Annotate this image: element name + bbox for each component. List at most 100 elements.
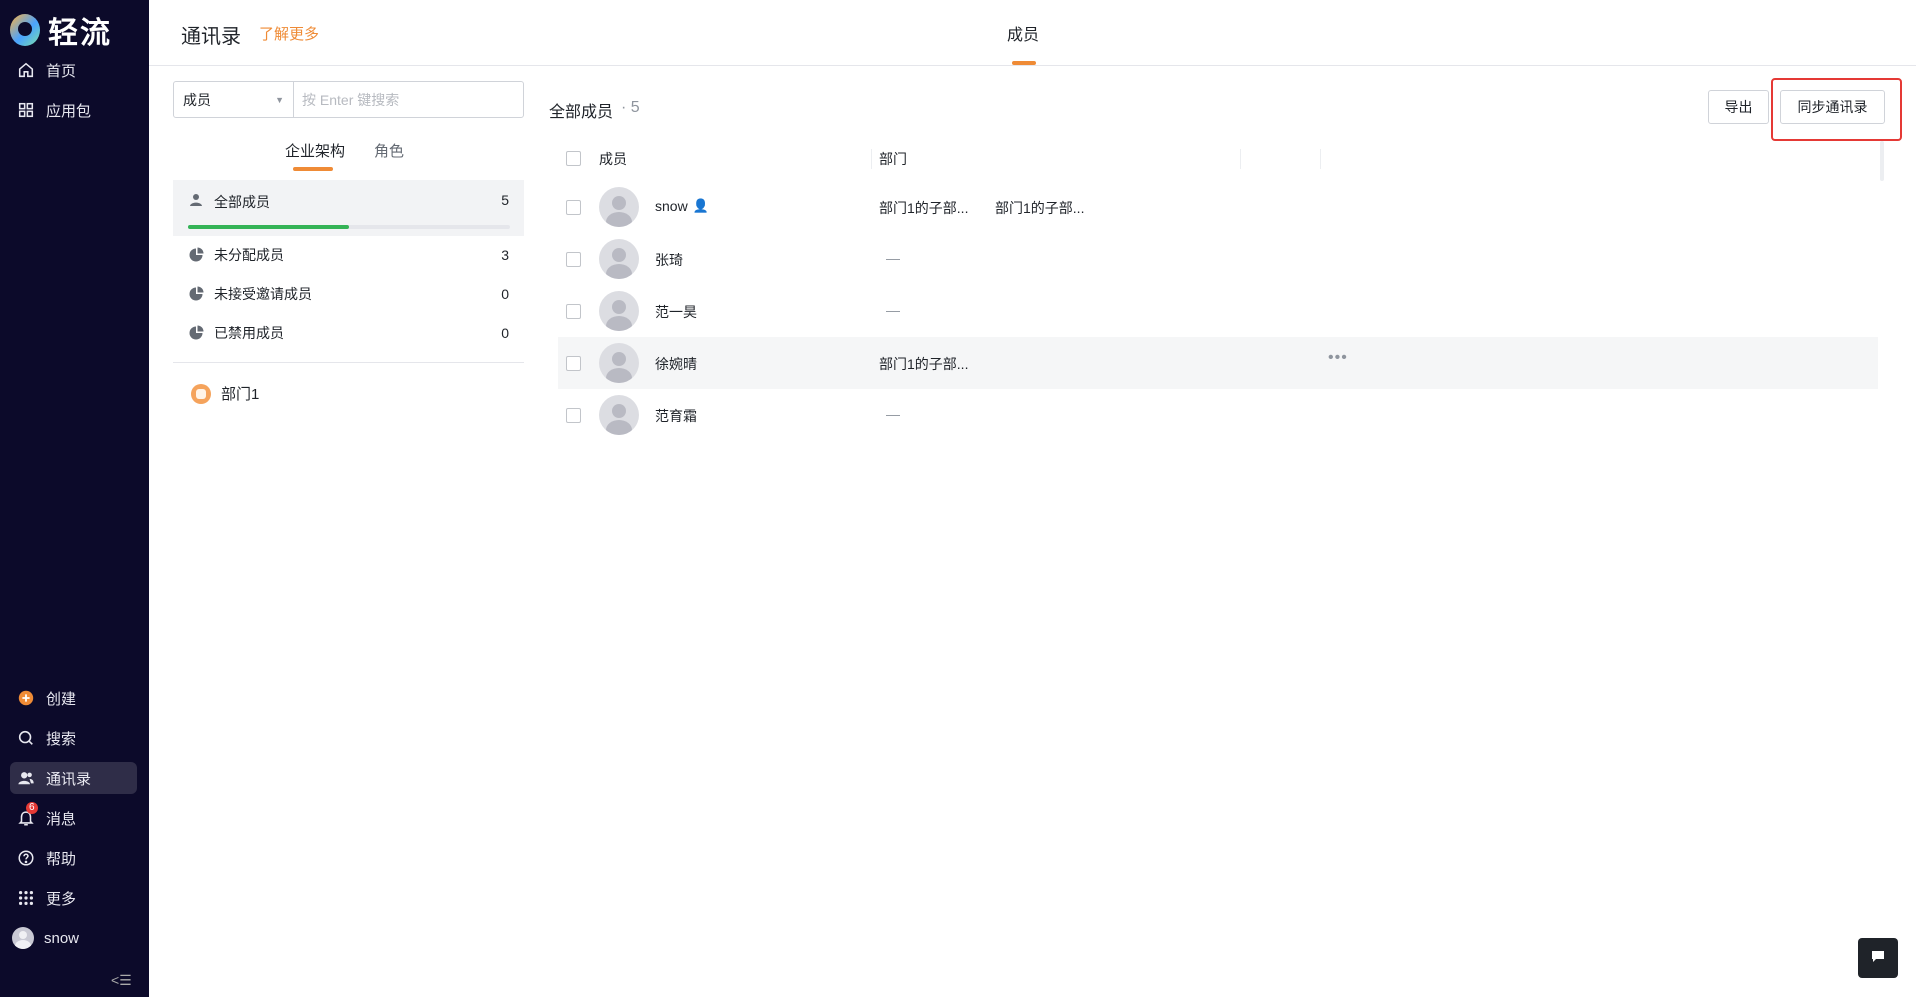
unread-badge: 6	[26, 802, 38, 814]
group-label: 全部成员	[214, 194, 270, 210]
help-icon	[16, 848, 36, 868]
grid-icon	[16, 100, 36, 120]
sidebar-item-app-packages[interactable]: 应用包	[10, 94, 137, 126]
table-row[interactable]: 张琦 —	[558, 233, 1878, 285]
learn-more-link[interactable]: 了解更多	[259, 23, 319, 44]
department-cell: 部门1的子部...	[879, 200, 969, 216]
app-logo[interactable]: 轻流	[10, 8, 112, 52]
chevron-down-icon: ▼	[275, 94, 284, 105]
department-label: 部门1	[221, 386, 260, 403]
table-row[interactable]: snow 👤 部门1的子部... 部门1的子部...	[558, 181, 1878, 233]
member-name: 徐婉晴	[655, 356, 697, 372]
column-divider	[1320, 149, 1321, 169]
member-avatar	[599, 187, 639, 227]
group-label: 未接受邀请成员	[214, 286, 312, 302]
list-title: 全部成员	[549, 104, 614, 121]
more-actions-icon[interactable]: •••	[1328, 349, 1348, 367]
left-tab-indicator	[293, 167, 333, 171]
row-checkbox[interactable]	[566, 303, 581, 319]
chat-support-button[interactable]	[1858, 938, 1898, 978]
table-header: 成员 部门	[558, 141, 1878, 176]
search-icon	[16, 728, 36, 748]
list-count: · 5	[621, 99, 640, 116]
sidebar-item-label: snow	[44, 929, 80, 947]
group-pending-invite[interactable]: 未接受邀请成员 0	[173, 275, 524, 313]
group-label: 未分配成员	[214, 247, 284, 263]
sidebar-item-contacts[interactable]: 通讯录	[10, 762, 137, 794]
page-header: 通讯录 了解更多 成员	[149, 0, 1916, 66]
dots-grid-icon	[16, 888, 36, 908]
empty-department: —	[886, 302, 900, 318]
scrollbar[interactable]	[1880, 141, 1884, 181]
sidebar-item-messages[interactable]: 6 消息	[10, 802, 137, 834]
sidebar-item-profile[interactable]: snow	[6, 922, 133, 954]
search-type-select[interactable]: 成员 ▼	[174, 82, 294, 117]
select-all-checkbox[interactable]	[566, 151, 581, 166]
person-icon	[188, 192, 204, 208]
member-name: 张琦	[655, 252, 683, 268]
column-header-department[interactable]: 部门	[879, 149, 907, 169]
tab-members[interactable]: 成员	[1007, 21, 1039, 45]
chat-icon	[1870, 948, 1886, 968]
sidebar-item-home[interactable]: 首页	[10, 54, 137, 86]
sidebar-item-label: 通讯录	[46, 770, 92, 788]
group-count: 0	[501, 325, 509, 341]
row-checkbox[interactable]	[566, 355, 581, 371]
department-item[interactable]: 部门1	[191, 383, 259, 404]
sidebar-item-label: 消息	[46, 810, 77, 828]
row-checkbox[interactable]	[566, 251, 581, 267]
table-row[interactable]: 范一昊 —	[558, 285, 1878, 337]
member-avatar	[599, 239, 639, 279]
department-cell: 部门1的子部...	[995, 200, 1085, 216]
sidebar-item-label: 首页	[46, 62, 77, 80]
row-checkbox[interactable]	[566, 199, 581, 215]
group-count: 5	[501, 192, 509, 208]
divider	[173, 362, 524, 363]
department-icon	[191, 383, 211, 404]
pie-chart-icon	[188, 247, 204, 263]
member-name: 范育霜	[655, 408, 697, 424]
member-name-text: snow	[655, 198, 688, 214]
pie-chart-icon	[188, 286, 204, 302]
export-button[interactable]: 导出	[1708, 90, 1769, 124]
group-label: 已禁用成员	[214, 325, 284, 341]
tab-org-structure[interactable]: 企业架构	[285, 140, 345, 161]
group-disabled[interactable]: 已禁用成员 0	[173, 314, 524, 352]
collapse-icon[interactable]: <☰	[111, 972, 132, 989]
member-name: snow 👤	[655, 198, 709, 214]
table-row[interactable]: 徐婉晴 部门1的子部... •••	[558, 337, 1878, 389]
highlight-annotation	[1771, 78, 1902, 141]
sidebar-item-create[interactable]: 创建	[10, 682, 137, 714]
row-checkbox[interactable]	[566, 407, 581, 423]
department-cell: 部门1的子部...	[879, 356, 969, 372]
table-row[interactable]: 范育霜 —	[558, 389, 1878, 441]
column-divider	[871, 149, 872, 169]
sidebar-item-label: 创建	[46, 690, 77, 708]
sidebar-item-label: 更多	[46, 890, 77, 908]
group-count: 0	[501, 286, 509, 302]
user-avatar	[12, 927, 34, 949]
tab-roles[interactable]: 角色	[374, 140, 404, 161]
active-tab-indicator	[1012, 61, 1036, 65]
group-count: 3	[501, 247, 509, 263]
group-unassigned[interactable]: 未分配成员 3	[173, 236, 524, 274]
sidebar-item-label: 应用包	[46, 102, 92, 120]
sidebar-item-search[interactable]: 搜索	[10, 722, 137, 754]
logo-icon	[10, 14, 40, 46]
member-avatar	[599, 343, 639, 383]
plus-circle-icon	[16, 688, 36, 708]
sidebar-item-label: 搜索	[46, 730, 77, 748]
member-avatar	[599, 395, 639, 435]
column-header-member[interactable]: 成员	[599, 149, 627, 169]
member-quota-fill	[188, 225, 349, 229]
sidebar-item-label: 帮助	[46, 850, 77, 868]
search-input[interactable]	[294, 82, 523, 117]
empty-department: —	[886, 250, 900, 266]
member-quota-bar	[188, 225, 510, 229]
sidebar-item-help[interactable]: 帮助	[10, 842, 137, 874]
group-all-members[interactable]: 全部成员 5	[173, 180, 524, 236]
sidebar-item-more[interactable]: 更多	[10, 882, 137, 914]
home-icon	[16, 60, 36, 80]
contacts-icon	[16, 768, 36, 788]
bell-icon: 6	[16, 802, 38, 828]
